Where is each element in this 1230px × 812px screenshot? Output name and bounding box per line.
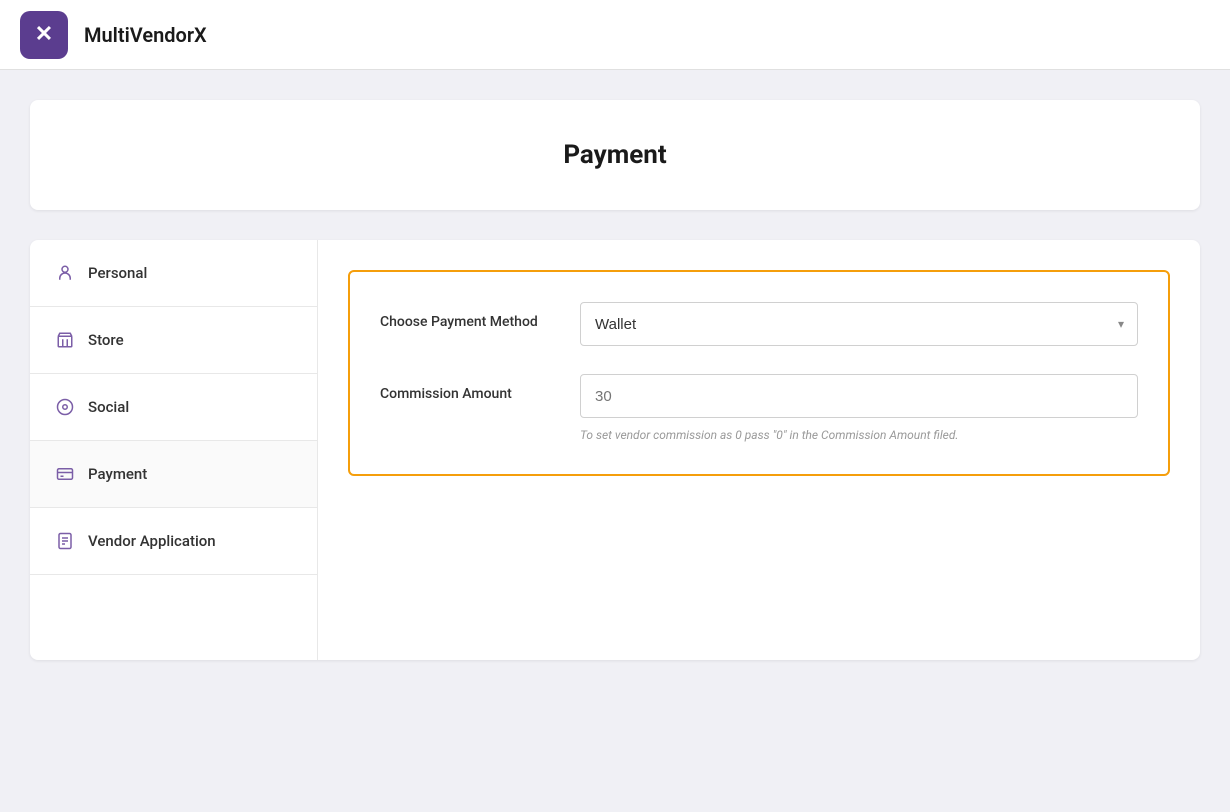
app-logo: ✕ xyxy=(20,11,68,59)
sidebar-item-social-label: Social xyxy=(88,398,129,416)
content-layout: Personal Store xyxy=(30,240,1200,660)
commission-hint: To set vendor commission as 0 pass "0" i… xyxy=(580,426,1138,444)
right-panel: Choose Payment Method Wallet PayPal Bank… xyxy=(318,240,1200,660)
sidebar-item-payment-label: Payment xyxy=(88,465,147,483)
payment-method-label: Choose Payment Method xyxy=(380,302,580,333)
sidebar-item-store-label: Store xyxy=(88,331,124,349)
commission-amount-label: Commission Amount xyxy=(380,374,580,405)
payment-method-select[interactable]: Wallet PayPal Bank Transfer Stripe xyxy=(580,302,1138,346)
social-icon xyxy=(54,396,76,418)
app-header: ✕ MultiVendorX xyxy=(0,0,1230,70)
page-title: Payment xyxy=(50,140,1180,170)
sidebar-item-personal-label: Personal xyxy=(88,264,147,282)
payment-method-control: Wallet PayPal Bank Transfer Stripe ▾ xyxy=(580,302,1138,346)
logo-icon: ✕ xyxy=(35,22,53,47)
commission-amount-input[interactable] xyxy=(580,374,1138,418)
sidebar-item-store[interactable]: Store xyxy=(30,307,317,374)
payment-method-row: Choose Payment Method Wallet PayPal Bank… xyxy=(380,302,1138,346)
sidebar-item-social[interactable]: Social xyxy=(30,374,317,441)
sidebar-nav: Personal Store xyxy=(30,240,318,660)
page-title-card: Payment xyxy=(30,100,1200,210)
sidebar-item-payment[interactable]: Payment xyxy=(30,441,317,508)
sidebar-item-vendor-application[interactable]: Vendor Application xyxy=(30,508,317,575)
commission-amount-control: To set vendor commission as 0 pass "0" i… xyxy=(580,374,1138,444)
payment-icon xyxy=(54,463,76,485)
sidebar-item-vendor-application-label: Vendor Application xyxy=(88,532,216,550)
payment-method-select-wrapper: Wallet PayPal Bank Transfer Stripe ▾ xyxy=(580,302,1138,346)
app-title: MultiVendorX xyxy=(84,23,207,47)
payment-section: Choose Payment Method Wallet PayPal Bank… xyxy=(348,270,1170,476)
person-icon xyxy=(54,262,76,284)
sidebar-item-personal[interactable]: Personal xyxy=(30,240,317,307)
vendor-icon xyxy=(54,530,76,552)
commission-amount-row: Commission Amount To set vendor commissi… xyxy=(380,374,1138,444)
main-content: Payment Personal xyxy=(0,70,1230,812)
store-icon xyxy=(54,329,76,351)
